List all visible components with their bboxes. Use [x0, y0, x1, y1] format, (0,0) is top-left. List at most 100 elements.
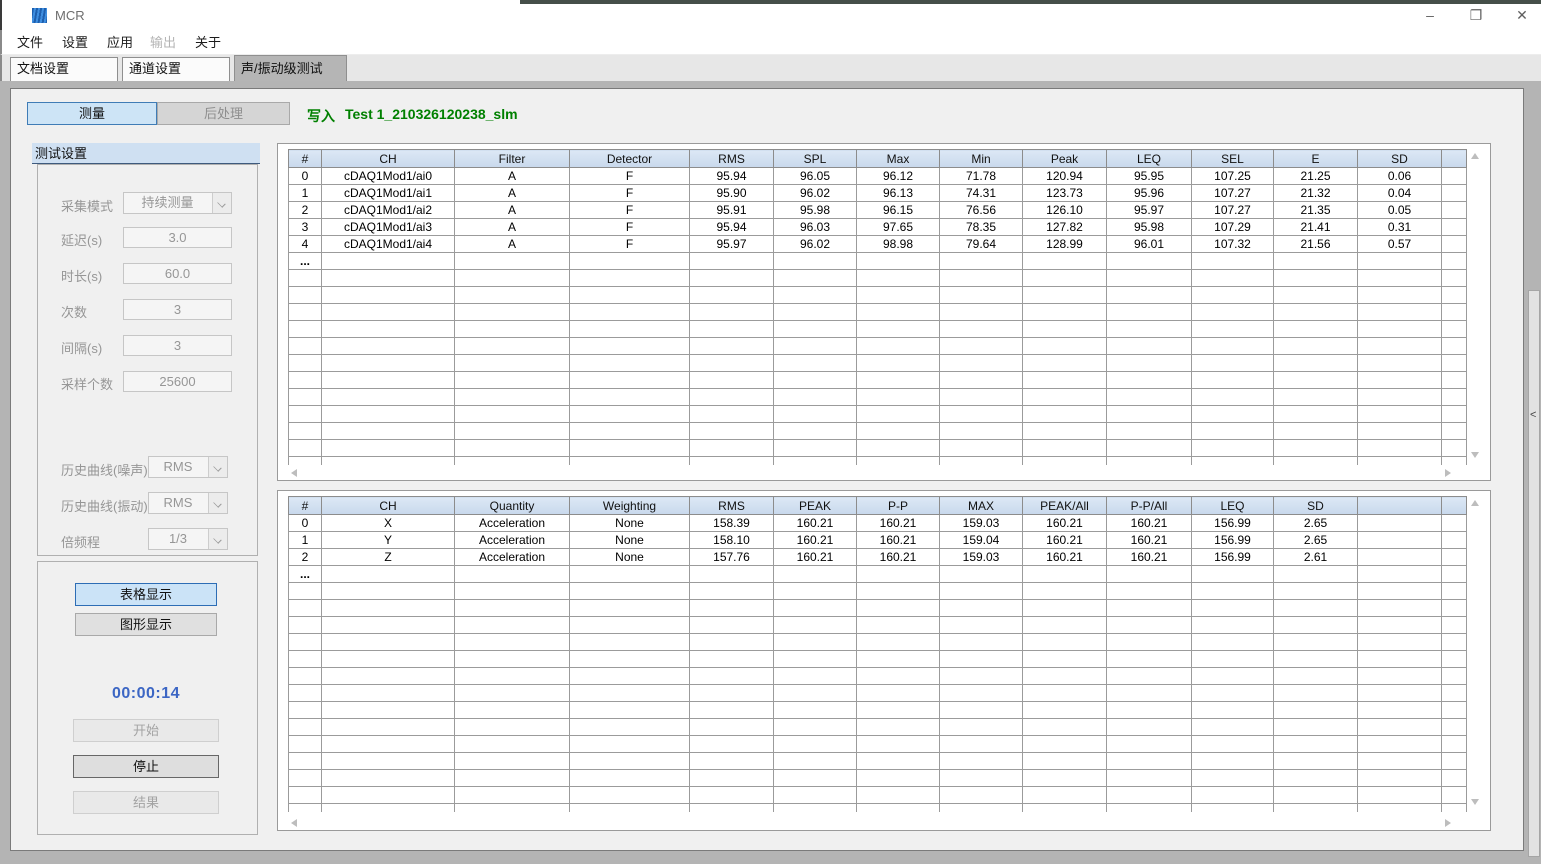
cell	[1107, 253, 1192, 270]
cell	[690, 440, 774, 457]
cell	[1442, 440, 1467, 457]
start-button: 开始	[73, 719, 219, 742]
cell: 74.31	[940, 185, 1023, 202]
cell	[774, 304, 857, 321]
menu-apply[interactable]: 应用	[101, 33, 139, 52]
graph-display-button[interactable]: 图形显示	[75, 613, 217, 636]
cell	[322, 736, 455, 753]
stop-button[interactable]: 停止	[73, 755, 219, 778]
samples-input[interactable]	[123, 371, 232, 392]
vibration-table-hscrollbar[interactable]	[288, 816, 1467, 829]
cell	[1358, 406, 1442, 423]
cell: 157.76	[690, 549, 774, 566]
vibration-table-vscrollbar[interactable]	[1468, 496, 1482, 811]
cell	[1023, 423, 1107, 440]
cell: F	[570, 202, 690, 219]
cell	[289, 338, 322, 355]
scroll-up-icon[interactable]	[1471, 153, 1479, 159]
cell	[1442, 287, 1467, 304]
cell: 107.27	[1192, 185, 1274, 202]
interval-input[interactable]	[123, 335, 232, 356]
cell	[1023, 753, 1107, 770]
cell	[570, 804, 690, 813]
cell	[1358, 457, 1442, 466]
cell	[1442, 702, 1467, 719]
cell	[1358, 355, 1442, 372]
cell	[1442, 804, 1467, 813]
cell	[940, 355, 1023, 372]
cell: 0.06	[1358, 168, 1442, 185]
history-noise-dropdown[interactable]: RMS	[148, 456, 228, 478]
tab-channel-settings[interactable]: 通道设置	[122, 57, 230, 81]
history-vib-dropdown[interactable]: RMS	[148, 492, 228, 514]
cell: 160.21	[1023, 532, 1107, 549]
menu-about[interactable]: 关于	[189, 33, 227, 52]
cell	[774, 583, 857, 600]
panel-collapse-splitter[interactable]: <	[1528, 290, 1540, 857]
cell	[289, 753, 322, 770]
close-button[interactable]: ✕	[1507, 5, 1537, 25]
cell	[1442, 566, 1467, 583]
sound-table-panel: #CHFilterDetectorRMSSPLMaxMinPeakLEQSELE…	[277, 143, 1491, 481]
delay-input[interactable]	[123, 227, 232, 248]
cell	[1358, 440, 1442, 457]
cell	[690, 668, 774, 685]
sound-table-hscrollbar[interactable]	[288, 466, 1467, 479]
cell	[857, 287, 940, 304]
cell: Acceleration	[455, 515, 570, 532]
cell	[322, 372, 455, 389]
menu-settings[interactable]: 设置	[56, 33, 94, 52]
cell	[1442, 304, 1467, 321]
header-row: #CHFilterDetectorRMSSPLMaxMinPeakLEQSELE…	[289, 150, 1467, 168]
scroll-right-icon[interactable]	[1445, 819, 1451, 827]
scroll-left-icon[interactable]	[291, 819, 297, 827]
cell	[289, 440, 322, 457]
cell	[455, 338, 570, 355]
cell	[570, 668, 690, 685]
scroll-down-icon[interactable]	[1471, 799, 1479, 805]
cell	[1358, 304, 1442, 321]
cell	[1107, 617, 1192, 634]
sound-table-vscrollbar[interactable]	[1468, 149, 1482, 464]
cell	[1023, 457, 1107, 466]
acq-mode-dropdown[interactable]: 持续测量	[123, 192, 232, 214]
scroll-up-icon[interactable]	[1471, 500, 1479, 506]
octave-dropdown[interactable]: 1/3	[148, 528, 228, 550]
result-button: 结果	[73, 791, 219, 814]
cell	[940, 753, 1023, 770]
tab-document-settings[interactable]: 文档设置	[10, 57, 118, 81]
cell	[690, 423, 774, 440]
scroll-left-icon[interactable]	[291, 469, 297, 477]
maximize-button[interactable]: ❐	[1461, 5, 1491, 25]
cell	[940, 634, 1023, 651]
cell	[1358, 338, 1442, 355]
tab-sound-vibration-test[interactable]: 声/振动级测试	[234, 55, 347, 81]
minimize-button[interactable]: –	[1415, 5, 1445, 25]
count-input[interactable]	[123, 299, 232, 320]
empty-row	[289, 685, 1467, 702]
table-row: 4cDAQ1Mod1/ai4AF95.9796.0298.9879.64128.…	[289, 236, 1467, 253]
cell	[1442, 770, 1467, 787]
menu-file[interactable]: 文件	[11, 33, 49, 52]
postprocess-button[interactable]: 后处理	[157, 102, 290, 125]
cell	[1192, 372, 1274, 389]
cell: 107.29	[1192, 219, 1274, 236]
cell: 95.94	[690, 168, 774, 185]
table-display-button[interactable]: 表格显示	[75, 583, 217, 606]
cell	[1274, 617, 1358, 634]
duration-input[interactable]	[123, 263, 232, 284]
measure-button[interactable]: 测量	[27, 102, 157, 125]
scroll-down-icon[interactable]	[1471, 452, 1479, 458]
cell	[774, 753, 857, 770]
cell	[289, 651, 322, 668]
column-header: Quantity	[455, 497, 570, 515]
scroll-right-icon[interactable]	[1445, 469, 1451, 477]
empty-row	[289, 457, 1467, 466]
empty-row	[289, 583, 1467, 600]
cell	[1107, 702, 1192, 719]
cell	[455, 668, 570, 685]
cell	[774, 372, 857, 389]
column-header: SEL	[1192, 150, 1274, 168]
cell	[1107, 600, 1192, 617]
cell	[1358, 423, 1442, 440]
